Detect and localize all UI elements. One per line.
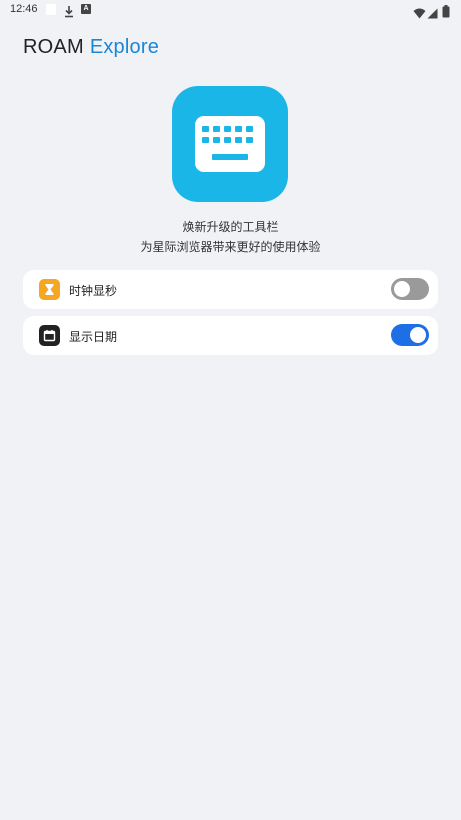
status-time: 12:46: [10, 3, 38, 15]
status-bar: 12:46 A: [0, 0, 461, 20]
download-icon: [63, 3, 75, 18]
hero-description-line2: 为星际浏览器带来更好的使用体验: [140, 240, 321, 254]
toggle-knob: [410, 327, 426, 343]
app-title-roam: ROAM: [23, 36, 84, 58]
notification-blank-icon: [46, 4, 56, 15]
setting-clock-seconds[interactable]: 时钟显秒: [23, 270, 438, 309]
toggle-knob: [394, 281, 410, 297]
app-title-explore: Explore: [89, 36, 160, 58]
signal-icon: [427, 4, 438, 19]
wifi-icon: [413, 4, 426, 19]
hero-description-line1: 焕新升级的工具栏: [182, 220, 279, 234]
setting-label: 显示日期: [69, 330, 118, 344]
setting-show-date[interactable]: 显示日期: [23, 316, 438, 355]
calendar-icon: [39, 325, 60, 346]
notification-app-icon: A: [81, 4, 91, 14]
hourglass-icon: [39, 279, 60, 300]
show-date-toggle[interactable]: [391, 324, 429, 346]
setting-label: 时钟显秒: [69, 284, 118, 298]
clock-seconds-toggle[interactable]: [391, 278, 429, 300]
app-title: ROAM Explore: [23, 36, 159, 59]
keyboard-icon: [172, 86, 288, 202]
battery-icon: [442, 3, 450, 18]
